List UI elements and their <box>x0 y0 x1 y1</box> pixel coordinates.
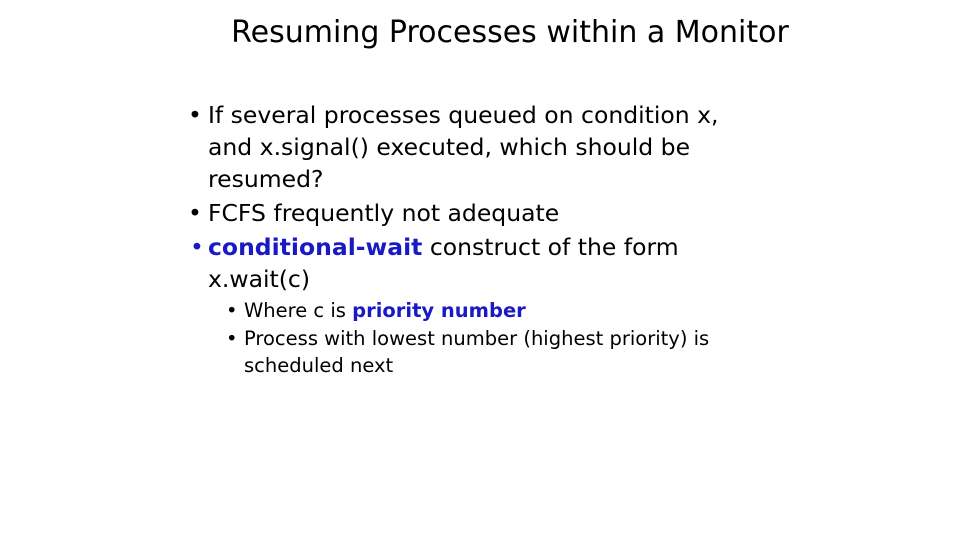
slide-body: • If several processes queued on conditi… <box>186 99 726 381</box>
bullet-list-level2: • Where c is priority number • Process w… <box>208 297 726 379</box>
bullet-marker-icon: • <box>188 101 202 129</box>
sub-item-text: Process with lowest number (highest prio… <box>244 327 710 377</box>
list-item-text: If several processes queued on condition… <box>208 101 719 193</box>
bullet-marker-icon: • <box>188 199 202 227</box>
page-title: Resuming Processes within a Monitor <box>231 15 789 50</box>
slide-canvas: Resuming Processes within a Monitor • If… <box>0 0 960 540</box>
bullet-list-level1: • If several processes queued on conditi… <box>186 99 726 379</box>
list-item: • conditional-wait construct of the form… <box>186 231 726 379</box>
emphasized-term: conditional-wait <box>208 233 423 261</box>
bullet-marker-icon: • <box>226 299 238 322</box>
list-item-text: FCFS frequently not adequate <box>208 199 560 227</box>
bullet-marker-icon: • <box>190 233 204 261</box>
list-item: • Where c is priority number <box>226 297 726 324</box>
list-item: • If several processes queued on conditi… <box>186 99 726 195</box>
list-item: • Process with lowest number (highest pr… <box>226 325 726 379</box>
emphasized-term: priority number <box>352 299 526 322</box>
list-item: • FCFS frequently not adequate <box>186 197 726 229</box>
code-expression: x.wait(c) <box>208 265 310 293</box>
sub-item-text-prefix: Where c is <box>244 299 353 322</box>
bullet-marker-icon: • <box>226 327 238 350</box>
list-item-text: construct of the form <box>422 233 679 261</box>
